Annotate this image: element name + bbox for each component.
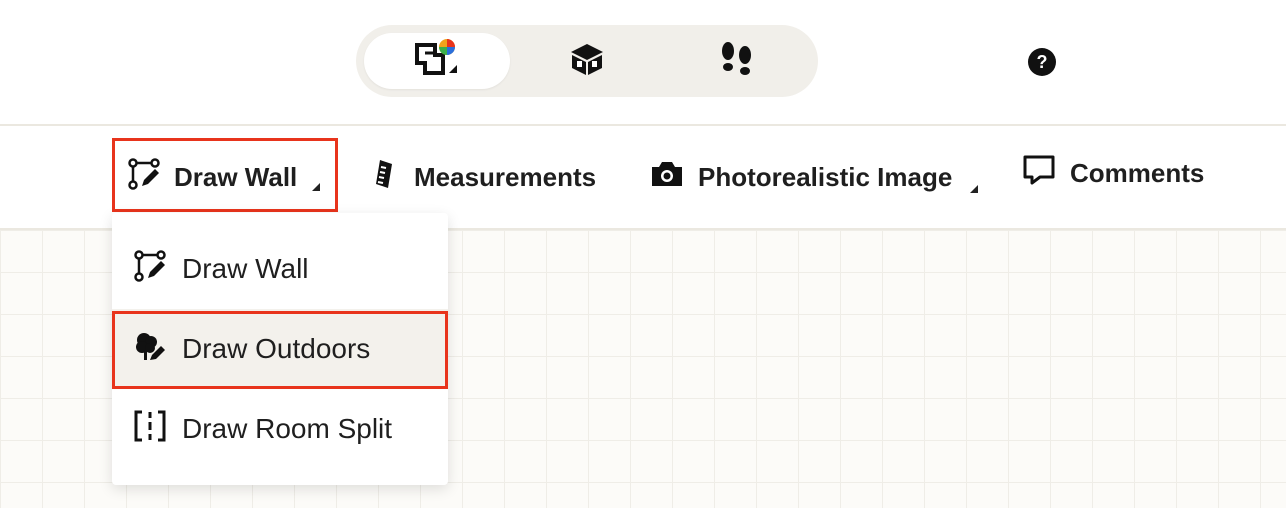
comments-label: Comments <box>1070 157 1205 188</box>
tree-pencil-icon <box>112 330 182 369</box>
floorplan-2d-icon <box>413 38 461 84</box>
menu-item-label: Draw Outdoors <box>182 333 371 364</box>
view-mode-switch <box>356 25 818 97</box>
menu-item-draw-outdoors[interactable]: Draw Outdoors <box>112 309 448 389</box>
draw-wall-label: Draw Wall <box>174 161 298 192</box>
camera-icon <box>650 159 698 196</box>
photorealistic-image-label: Photorealistic Image <box>698 161 953 192</box>
measurements-label: Measurements <box>414 161 597 192</box>
photorealistic-image-tool-button[interactable]: Photorealistic Image <box>650 126 952 228</box>
view-2d-button[interactable] <box>364 33 510 89</box>
menu-item-draw-wall[interactable]: Draw Wall <box>112 229 448 309</box>
comments-tool-button[interactable]: Comments <box>1022 122 1204 224</box>
room-split-icon <box>112 410 182 449</box>
ruler-icon <box>370 158 414 197</box>
view-walkthrough-button[interactable] <box>664 33 810 89</box>
footsteps-icon <box>719 41 755 82</box>
menu-item-draw-room-split[interactable]: Draw Room Split <box>112 389 448 469</box>
view-3d-button[interactable] <box>514 33 660 89</box>
cube-3d-icon <box>569 41 605 82</box>
menu-item-label: Draw Wall <box>182 253 309 284</box>
draw-dropdown-menu: Draw Wall Draw Outdoors Draw Room Split <box>112 213 448 485</box>
draw-wall-caret-icon <box>312 183 320 191</box>
draw-wall-icon <box>112 249 182 289</box>
top-bar: ? <box>0 0 1286 124</box>
menu-item-label: Draw Room Split <box>182 413 393 444</box>
draw-wall-icon <box>128 157 174 197</box>
comment-icon <box>1022 154 1070 193</box>
photorealistic-caret-icon <box>970 185 978 193</box>
help-button[interactable]: ? <box>1028 48 1056 76</box>
